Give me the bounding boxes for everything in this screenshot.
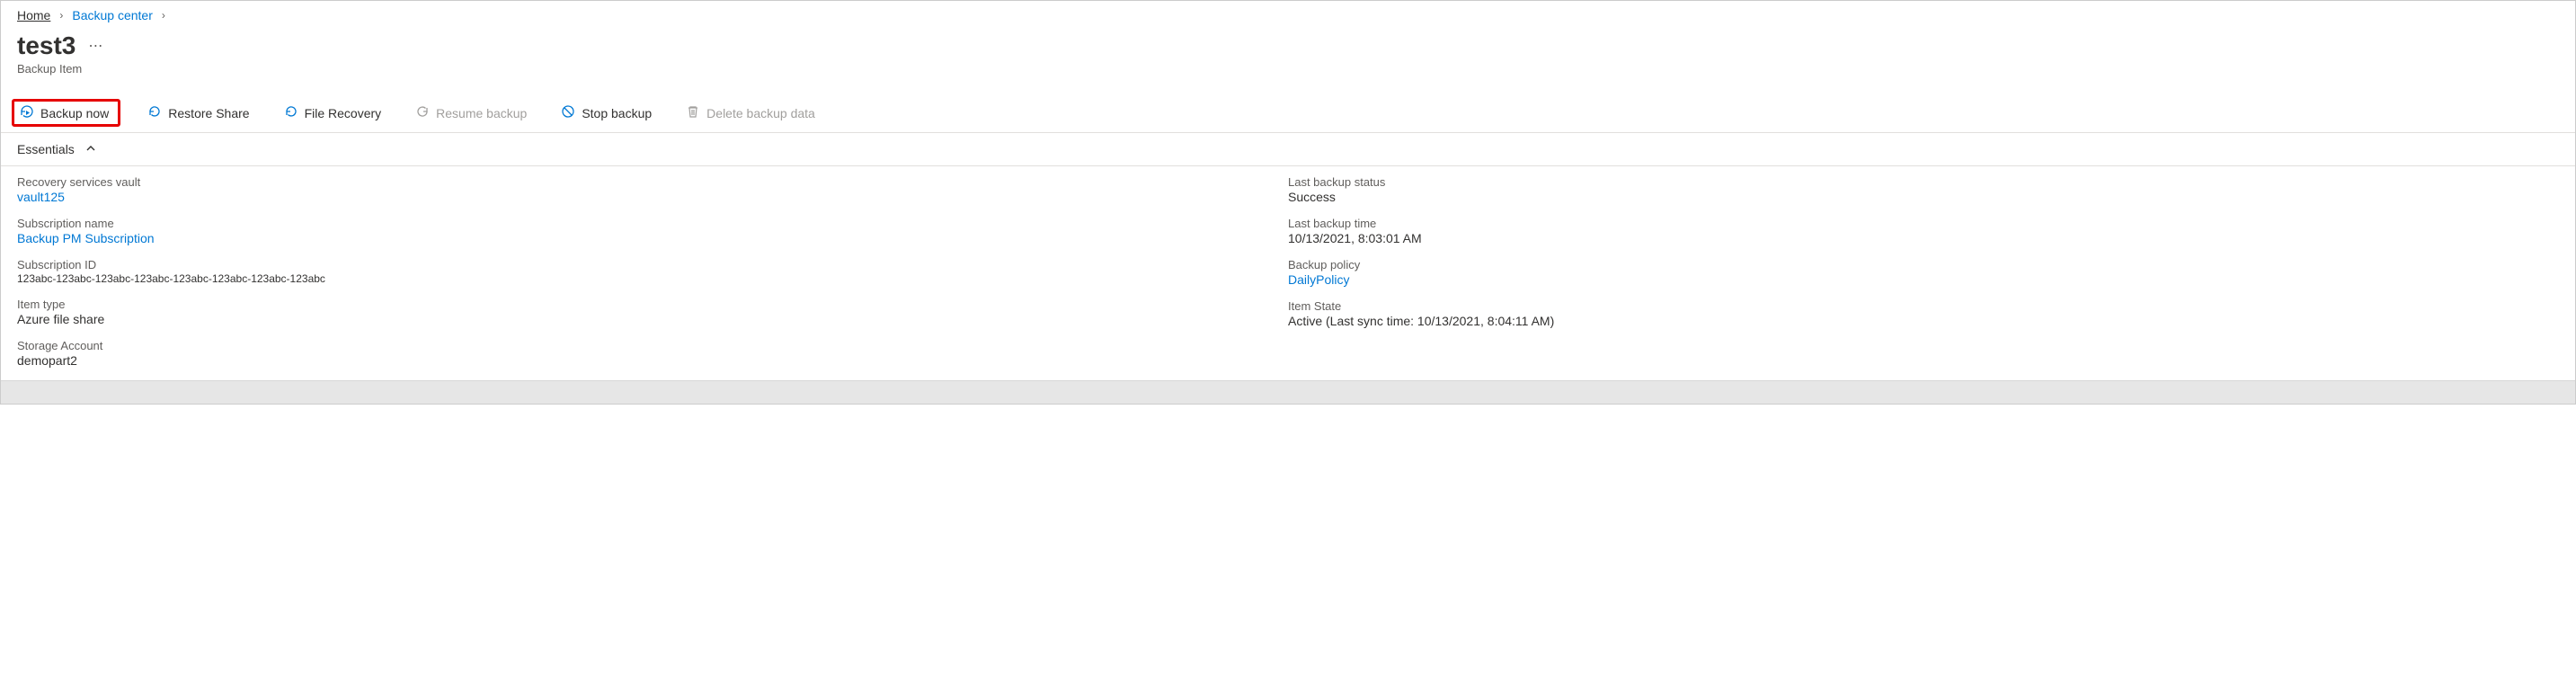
- item-type-label: Item type: [17, 298, 1288, 311]
- field-last-backup-time: Last backup time 10/13/2021, 8:03:01 AM: [1288, 217, 2559, 245]
- resume-icon: [415, 104, 430, 121]
- essentials-left-column: Recovery services vault vault125 Subscri…: [17, 175, 1288, 368]
- subscription-id-label: Subscription ID: [17, 258, 1288, 271]
- delete-icon: [686, 104, 700, 121]
- item-state-label: Item State: [1288, 299, 2559, 313]
- footer-strip: [1, 380, 2575, 404]
- item-state-value: Active (Last sync time: 10/13/2021, 8:04…: [1288, 314, 2559, 328]
- chevron-up-icon: [85, 142, 96, 156]
- subscription-name-value[interactable]: Backup PM Subscription: [17, 231, 1288, 245]
- resume-backup-label: Resume backup: [436, 106, 527, 120]
- breadcrumb-home[interactable]: Home: [17, 8, 50, 22]
- last-backup-time-label: Last backup time: [1288, 217, 2559, 230]
- chevron-right-icon: ›: [162, 9, 165, 22]
- page-title: test3: [17, 31, 76, 60]
- chevron-right-icon: ›: [59, 9, 63, 22]
- last-backup-status-value: Success: [1288, 190, 2559, 204]
- backup-policy-label: Backup policy: [1288, 258, 2559, 271]
- backup-now-label: Backup now: [40, 106, 109, 120]
- file-recovery-icon: [284, 104, 298, 121]
- essentials-panel: Recovery services vault vault125 Subscri…: [1, 166, 2575, 380]
- breadcrumb-backup-center[interactable]: Backup center: [72, 8, 153, 22]
- file-recovery-button[interactable]: File Recovery: [277, 101, 389, 125]
- essentials-toggle[interactable]: Essentials: [1, 133, 2575, 166]
- restore-icon: [147, 104, 162, 121]
- field-item-type: Item type Azure file share: [17, 298, 1288, 326]
- subscription-name-label: Subscription name: [17, 217, 1288, 230]
- field-subscription-name: Subscription name Backup PM Subscription: [17, 217, 1288, 245]
- field-storage-account: Storage Account demopart2: [17, 339, 1288, 368]
- field-subscription-id: Subscription ID 123abc-123abc-123abc-123…: [17, 258, 1288, 285]
- file-recovery-label: File Recovery: [305, 106, 382, 120]
- resume-backup-button: Resume backup: [408, 101, 534, 125]
- recovery-vault-value[interactable]: vault125: [17, 190, 1288, 204]
- stop-backup-label: Stop backup: [582, 106, 652, 120]
- last-backup-time-value: 10/13/2021, 8:03:01 AM: [1288, 231, 2559, 245]
- backup-now-icon: [20, 104, 34, 121]
- delete-backup-data-label: Delete backup data: [706, 106, 815, 120]
- essentials-right-column: Last backup status Success Last backup t…: [1288, 175, 2559, 368]
- field-last-backup-status: Last backup status Success: [1288, 175, 2559, 204]
- command-bar: Backup now Restore Share File Recovery: [1, 93, 2575, 133]
- subscription-id-value: 123abc-123abc-123abc-123abc-123abc-123ab…: [17, 272, 1288, 285]
- recovery-vault-label: Recovery services vault: [17, 175, 1288, 189]
- page-header: test3 ⋯ Backup Item: [1, 26, 2575, 83]
- delete-backup-data-button: Delete backup data: [679, 101, 822, 125]
- backup-now-button[interactable]: Backup now: [12, 99, 120, 127]
- restore-share-label: Restore Share: [168, 106, 249, 120]
- item-type-value: Azure file share: [17, 312, 1288, 326]
- field-item-state: Item State Active (Last sync time: 10/13…: [1288, 299, 2559, 328]
- field-backup-policy: Backup policy DailyPolicy: [1288, 258, 2559, 287]
- breadcrumb: Home › Backup center ›: [1, 1, 2575, 26]
- last-backup-status-label: Last backup status: [1288, 175, 2559, 189]
- backup-policy-value[interactable]: DailyPolicy: [1288, 272, 2559, 287]
- more-icon[interactable]: ⋯: [88, 37, 103, 55]
- stop-backup-button[interactable]: Stop backup: [554, 101, 659, 125]
- storage-account-value: demopart2: [17, 353, 1288, 368]
- page-subtitle: Backup Item: [17, 62, 2559, 76]
- stop-icon: [561, 104, 575, 121]
- restore-share-button[interactable]: Restore Share: [140, 101, 256, 125]
- field-recovery-vault: Recovery services vault vault125: [17, 175, 1288, 204]
- storage-account-label: Storage Account: [17, 339, 1288, 352]
- essentials-label: Essentials: [17, 142, 75, 156]
